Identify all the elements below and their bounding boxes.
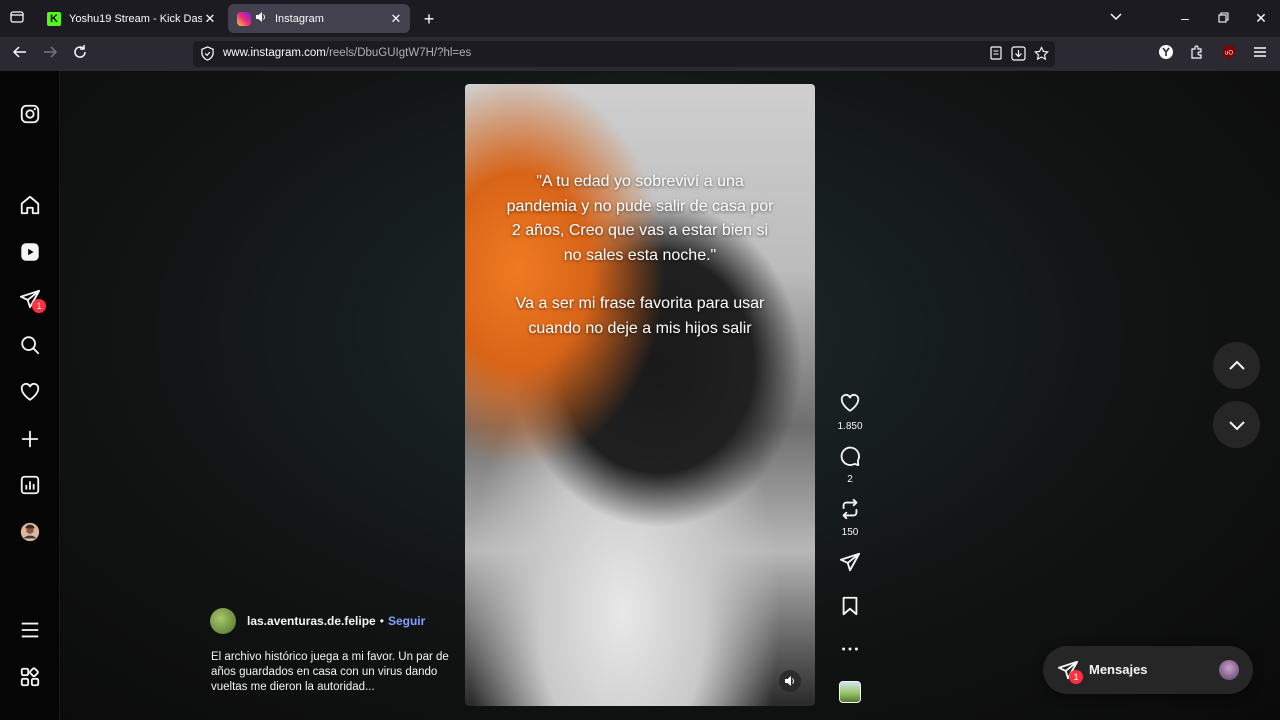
browser-tab-bar: K Yoshu19 Stream - Kick Dashboard ✕ Inst…: [0, 0, 1280, 37]
reel-overlay-text-1: "A tu edad yo sobreviví a una pandemia y…: [506, 173, 774, 264]
volume-icon: [785, 676, 794, 686]
author-avatar[interactable]: [210, 608, 236, 634]
repost-action[interactable]: 150: [836, 498, 864, 538]
reels-icon[interactable]: [18, 240, 42, 264]
reposts-count: 150: [841, 527, 859, 538]
save-to-pocket-icon[interactable]: [1011, 46, 1026, 66]
chevron-up-icon: [1228, 360, 1245, 370]
app-menu-icon[interactable]: [1250, 44, 1270, 64]
site-security-icon[interactable]: [200, 46, 215, 66]
minimize-icon[interactable]: –: [1175, 8, 1195, 28]
ublock-origin-icon[interactable]: uO: [1219, 44, 1239, 64]
close-tab-icon[interactable]: ✕: [202, 11, 218, 27]
separator-dot: •: [379, 614, 384, 628]
reel-author: las.aventuras.de.felipe • Seguir: [210, 608, 425, 634]
back-icon[interactable]: [10, 44, 30, 64]
reel-caption[interactable]: El archivo histórico juega a mi favor. U…: [211, 650, 451, 695]
instagram-logo-icon[interactable]: [18, 102, 42, 126]
menu-icon[interactable]: [18, 618, 42, 642]
instagram-favicon-icon: [237, 11, 251, 26]
also-from-meta-icon[interactable]: [18, 665, 42, 689]
audio-thumbnail[interactable]: [839, 681, 861, 703]
more-options-action[interactable]: [836, 638, 864, 665]
svg-text:uO: uO: [1225, 51, 1233, 57]
follow-button[interactable]: Seguir: [388, 614, 425, 628]
share-action[interactable]: [836, 551, 864, 578]
volume-button[interactable]: [779, 670, 801, 692]
sidebar: 1: [0, 71, 60, 720]
message-avatar: [1219, 660, 1239, 680]
messages-label: Mensajes: [1089, 662, 1148, 677]
reload-icon[interactable]: [70, 44, 90, 64]
comment-action[interactable]: 2: [836, 445, 864, 485]
close-window-icon[interactable]: ✕: [1251, 8, 1271, 28]
more-icon: [842, 647, 858, 651]
forward-icon[interactable]: [40, 44, 60, 64]
reader-view-icon[interactable]: [989, 46, 1003, 65]
profile-avatar[interactable]: [18, 520, 42, 544]
close-tab-icon[interactable]: ✕: [388, 11, 404, 27]
instagram-page: 1 las.aventuras.de.felipe • Seguir El ar…: [0, 71, 1280, 720]
reel-overlay-text-2: Va a ser mi frase favorita para usar cua…: [515, 295, 765, 337]
new-tab-icon[interactable]: +: [419, 9, 439, 29]
browser-nav-bar: www.instagram.com/reels/DbuGUIgtW7H/?hl=…: [0, 37, 1280, 71]
tab-title: Yoshu19 Stream - Kick Dashboard: [69, 12, 202, 25]
url-host: www.instagram.com: [223, 47, 326, 59]
chevron-down-icon: [1228, 420, 1245, 430]
author-username[interactable]: las.aventuras.de.felipe: [247, 614, 376, 628]
comment-icon: [840, 446, 860, 467]
restore-icon[interactable]: [1213, 8, 1233, 28]
create-icon[interactable]: [18, 427, 42, 451]
url-text: www.instagram.com/reels/DbuGUIgtW7H/?hl=…: [223, 47, 471, 59]
search-icon[interactable]: [18, 333, 42, 357]
url-bar[interactable]: www.instagram.com/reels/DbuGUIgtW7H/?hl=…: [193, 41, 1055, 67]
dashboard-icon[interactable]: [18, 473, 42, 497]
list-all-tabs-icon[interactable]: [1106, 8, 1126, 28]
bookmark-icon: [842, 596, 858, 616]
tab-instagram[interactable]: Instagram ✕: [228, 4, 410, 33]
likes-count: 1.850: [837, 421, 863, 432]
messages-button[interactable]: 1 Mensajes: [1043, 646, 1253, 694]
messenger-icon[interactable]: 1: [18, 287, 46, 313]
reel-video[interactable]: "A tu edad yo sobreviví a una pandemia y…: [465, 84, 815, 706]
save-action[interactable]: [836, 595, 864, 622]
kick-logo-icon: K: [47, 11, 61, 26]
heart-icon: [840, 393, 860, 412]
speaker-icon[interactable]: [255, 11, 269, 26]
previous-reel-button[interactable]: [1213, 342, 1260, 389]
messenger-badge: 1: [32, 299, 46, 313]
tab-kick-dashboard[interactable]: K Yoshu19 Stream - Kick Dashboard ✕: [38, 4, 224, 33]
next-reel-button[interactable]: [1213, 401, 1260, 448]
account-icon[interactable]: [1156, 44, 1176, 64]
like-action[interactable]: 1.850: [836, 392, 864, 432]
comments-count: 2: [847, 474, 853, 485]
url-path: /reels/DbuGUIgtW7H/?hl=es: [325, 47, 472, 59]
share-icon: [839, 552, 861, 572]
tab-title: Instagram: [275, 12, 324, 25]
messages-badge: 1: [1069, 670, 1083, 684]
bookmark-star-icon[interactable]: [1033, 46, 1050, 66]
extensions-icon[interactable]: [1187, 44, 1207, 64]
notifications-icon[interactable]: [18, 380, 42, 404]
home-icon[interactable]: [18, 193, 42, 217]
tab-list-icon[interactable]: [7, 9, 27, 29]
repost-icon: [842, 498, 858, 520]
